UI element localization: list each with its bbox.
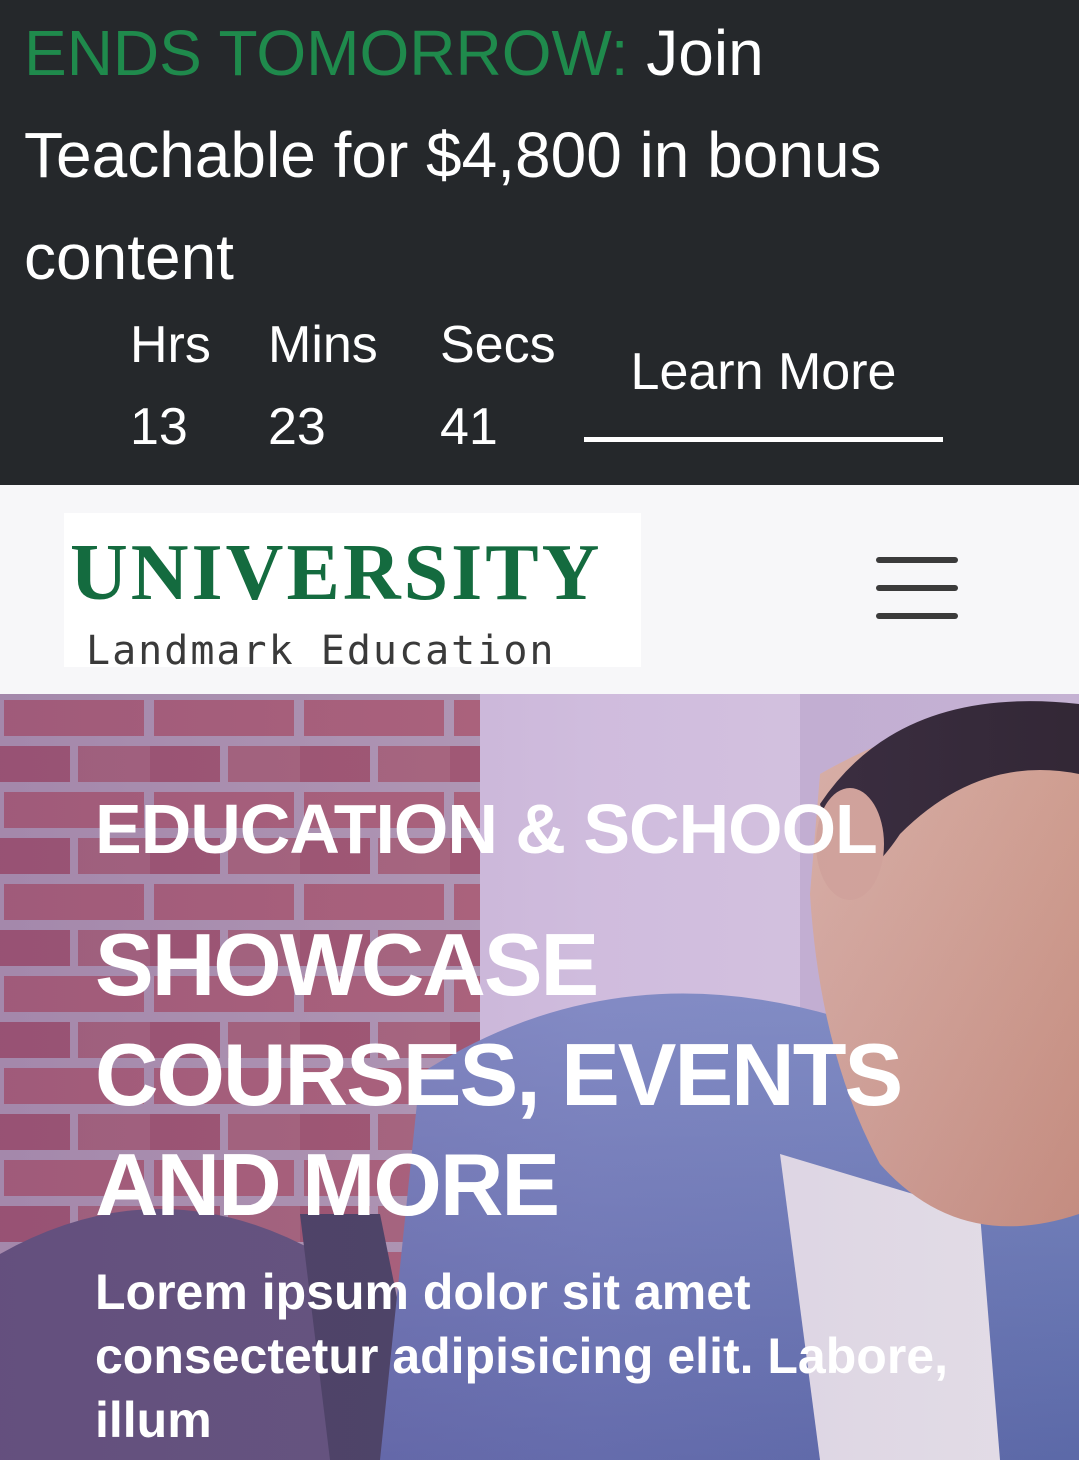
countdown-seconds-value: 41 bbox=[440, 398, 498, 456]
countdown-hours: Hrs 13 bbox=[130, 304, 268, 468]
promo-message: ENDS TOMORROW: Join Teachable for $4,800… bbox=[24, 2, 1024, 308]
countdown-minutes-value: 23 bbox=[268, 398, 326, 456]
countdown-timer: Hrs 13 Mins 23 Secs 41 bbox=[130, 304, 580, 468]
countdown-seconds: Secs 41 bbox=[440, 304, 580, 468]
promo-highlight: ENDS TOMORROW: bbox=[24, 17, 629, 89]
logo-title: UNIVERSITY bbox=[70, 529, 603, 617]
learn-more-button[interactable]: Learn More bbox=[584, 332, 943, 442]
countdown-minutes: Mins 23 bbox=[268, 304, 440, 468]
logo-subtitle: Landmark Education bbox=[86, 628, 556, 674]
countdown-hours-label: Hrs bbox=[130, 316, 211, 374]
hero-title: SHOWCASE COURSES, EVENTS AND MORE bbox=[95, 915, 903, 1234]
countdown-hours-value: 13 bbox=[130, 398, 188, 456]
hero-section: EDUCATION & SCHOOL SHOWCASE COURSES, EVE… bbox=[0, 694, 1079, 1460]
countdown-seconds-label: Secs bbox=[440, 316, 556, 374]
university-logo[interactable]: UNIVERSITY Landmark Education bbox=[64, 513, 641, 671]
countdown-minutes-label: Mins bbox=[268, 316, 378, 374]
hamburger-menu-icon[interactable] bbox=[876, 557, 958, 621]
hero-description: Lorem ipsum dolor sit amet consectetur a… bbox=[95, 1264, 948, 1448]
hero-kicker: EDUCATION & SCHOOL bbox=[95, 790, 878, 868]
site-header: UNIVERSITY Landmark Education bbox=[0, 485, 1079, 694]
promo-banner: ENDS TOMORROW: Join Teachable for $4,800… bbox=[0, 0, 1079, 485]
